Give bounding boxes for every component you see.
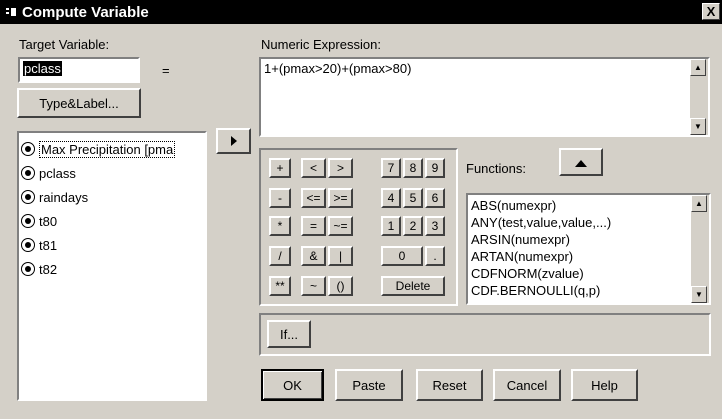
key-1[interactable]: 1 <box>381 216 401 236</box>
target-variable-value: pclass <box>23 61 62 76</box>
key-plus[interactable]: + <box>269 158 291 178</box>
key-greater-than[interactable]: > <box>328 158 353 178</box>
list-item[interactable]: t81 <box>21 233 203 257</box>
key-8[interactable]: 8 <box>403 158 423 178</box>
scroll-up-icon[interactable]: ▲ <box>691 195 707 212</box>
numeric-variable-icon <box>21 142 35 156</box>
key-and[interactable]: & <box>301 246 326 266</box>
numeric-variable-icon <box>21 214 35 228</box>
numeric-variable-icon <box>21 190 35 204</box>
arrow-up-icon <box>575 155 587 170</box>
target-variable-label: Target Variable: <box>19 37 110 52</box>
key-decimal[interactable]: . <box>425 246 445 266</box>
key-less-equal[interactable]: <= <box>301 188 326 208</box>
variable-list[interactable]: Max Precipitation [pma pclass raindays t… <box>17 131 207 401</box>
scroll-up-icon[interactable]: ▲ <box>690 59 706 76</box>
functions-label: Functions: <box>466 161 526 176</box>
key-4[interactable]: 4 <box>381 188 401 208</box>
close-button[interactable]: X <box>702 3 720 20</box>
reset-button[interactable]: Reset <box>416 369 483 401</box>
scroll-down-icon[interactable]: ▼ <box>690 118 706 135</box>
list-item[interactable]: CDFNORM(zvalue) <box>471 265 706 282</box>
key-or[interactable]: | <box>328 246 353 266</box>
key-not-equal[interactable]: ~= <box>328 216 353 236</box>
list-item[interactable]: ARSIN(numexpr) <box>471 231 706 248</box>
key-7[interactable]: 7 <box>381 158 401 178</box>
list-item[interactable]: pclass <box>21 161 203 185</box>
equals-sign: = <box>162 63 170 78</box>
key-0[interactable]: 0 <box>381 246 423 266</box>
type-label-button[interactable]: Type&Label... <box>17 88 141 118</box>
target-variable-input[interactable]: pclass <box>18 57 140 83</box>
key-9[interactable]: 9 <box>425 158 445 178</box>
list-item[interactable]: ANY(test,value,value,...) <box>471 214 706 231</box>
key-equals[interactable]: = <box>301 216 326 236</box>
list-item[interactable]: CDF.BERNOULLI(q,p) <box>471 282 706 299</box>
key-not[interactable]: ~ <box>301 276 326 296</box>
if-button[interactable]: If... <box>267 320 311 348</box>
scroll-down-icon[interactable]: ▼ <box>691 286 707 303</box>
key-greater-equal[interactable]: >= <box>328 188 353 208</box>
delete-button[interactable]: Delete <box>381 276 445 296</box>
list-item[interactable]: ABS(numexpr) <box>471 197 706 214</box>
list-item[interactable]: ARTAN(numexpr) <box>471 248 706 265</box>
numeric-variable-icon <box>21 262 35 276</box>
paste-button[interactable]: Paste <box>335 369 403 401</box>
move-to-expression-button[interactable] <box>216 128 251 154</box>
ok-button[interactable]: OK <box>261 369 324 401</box>
list-item[interactable]: t80 <box>21 209 203 233</box>
list-item[interactable]: Max Precipitation [pma <box>21 137 203 161</box>
key-less-than[interactable]: < <box>301 158 326 178</box>
window-icon <box>4 5 18 19</box>
key-parentheses[interactable]: () <box>328 276 353 296</box>
numeric-variable-icon <box>21 166 35 180</box>
key-2[interactable]: 2 <box>403 216 423 236</box>
paste-function-button[interactable] <box>559 148 603 176</box>
numeric-expression-value: 1+(pmax>20)+(pmax>80) <box>264 61 412 76</box>
numeric-expression-field[interactable]: 1+(pmax>20)+(pmax>80) ▲ ▼ <box>259 57 710 137</box>
title-bar: Compute Variable X <box>0 0 722 24</box>
list-item[interactable]: t82 <box>21 257 203 281</box>
expression-scrollbar[interactable]: ▲ ▼ <box>690 59 708 135</box>
numeric-variable-icon <box>21 238 35 252</box>
key-exponent[interactable]: ** <box>269 276 291 296</box>
key-5[interactable]: 5 <box>403 188 423 208</box>
condition-group: If... <box>259 313 711 356</box>
key-3[interactable]: 3 <box>425 216 445 236</box>
cancel-button[interactable]: Cancel <box>493 369 561 401</box>
list-item[interactable]: raindays <box>21 185 203 209</box>
key-divide[interactable]: / <box>269 246 291 266</box>
key-minus[interactable]: - <box>269 188 291 208</box>
functions-list[interactable]: ABS(numexpr) ANY(test,value,value,...) A… <box>466 193 711 305</box>
key-6[interactable]: 6 <box>425 188 445 208</box>
functions-scrollbar[interactable]: ▲ ▼ <box>691 195 709 303</box>
arrow-right-icon <box>230 134 238 149</box>
key-multiply[interactable]: * <box>269 216 291 236</box>
help-button[interactable]: Help <box>571 369 638 401</box>
numeric-expression-label: Numeric Expression: <box>261 37 381 52</box>
window-title: Compute Variable <box>22 3 149 21</box>
calculator-keypad: + < > 7 8 9 - <= >= 4 5 6 * = ~= 1 2 3 /… <box>259 148 458 306</box>
